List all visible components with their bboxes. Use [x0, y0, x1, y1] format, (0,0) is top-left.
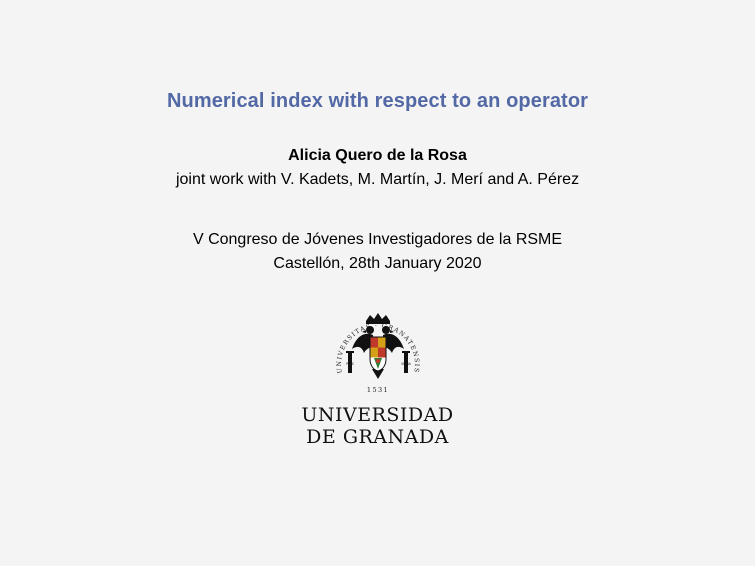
university-seal-logo: UNIVERSITAS · GRANATENSIS	[336, 313, 419, 394]
crown-icon	[366, 313, 390, 324]
slide-title: Numerical index with respect to an opera…	[166, 90, 589, 112]
shield-icon	[369, 336, 387, 372]
place-date: Castellón, 28th January 2020	[273, 255, 482, 272]
university-name-line1: UNIVERSIDAD	[301, 404, 454, 426]
author-name: Alicia Quero de la Rosa	[288, 147, 467, 164]
seal-year: 1531	[367, 386, 389, 394]
svg-text:PLVS: PLVS	[346, 362, 354, 366]
coauthors-line: joint work with V. Kadets, M. Martín, J.…	[175, 171, 580, 188]
event-name: V Congreso de Jóvenes Investigadores de …	[192, 231, 563, 248]
university-name-line2: DE GRANADA	[306, 426, 449, 448]
slide: Numerical index with respect to an opera…	[0, 0, 755, 566]
svg-text:VLTRA: VLTRA	[401, 362, 412, 366]
